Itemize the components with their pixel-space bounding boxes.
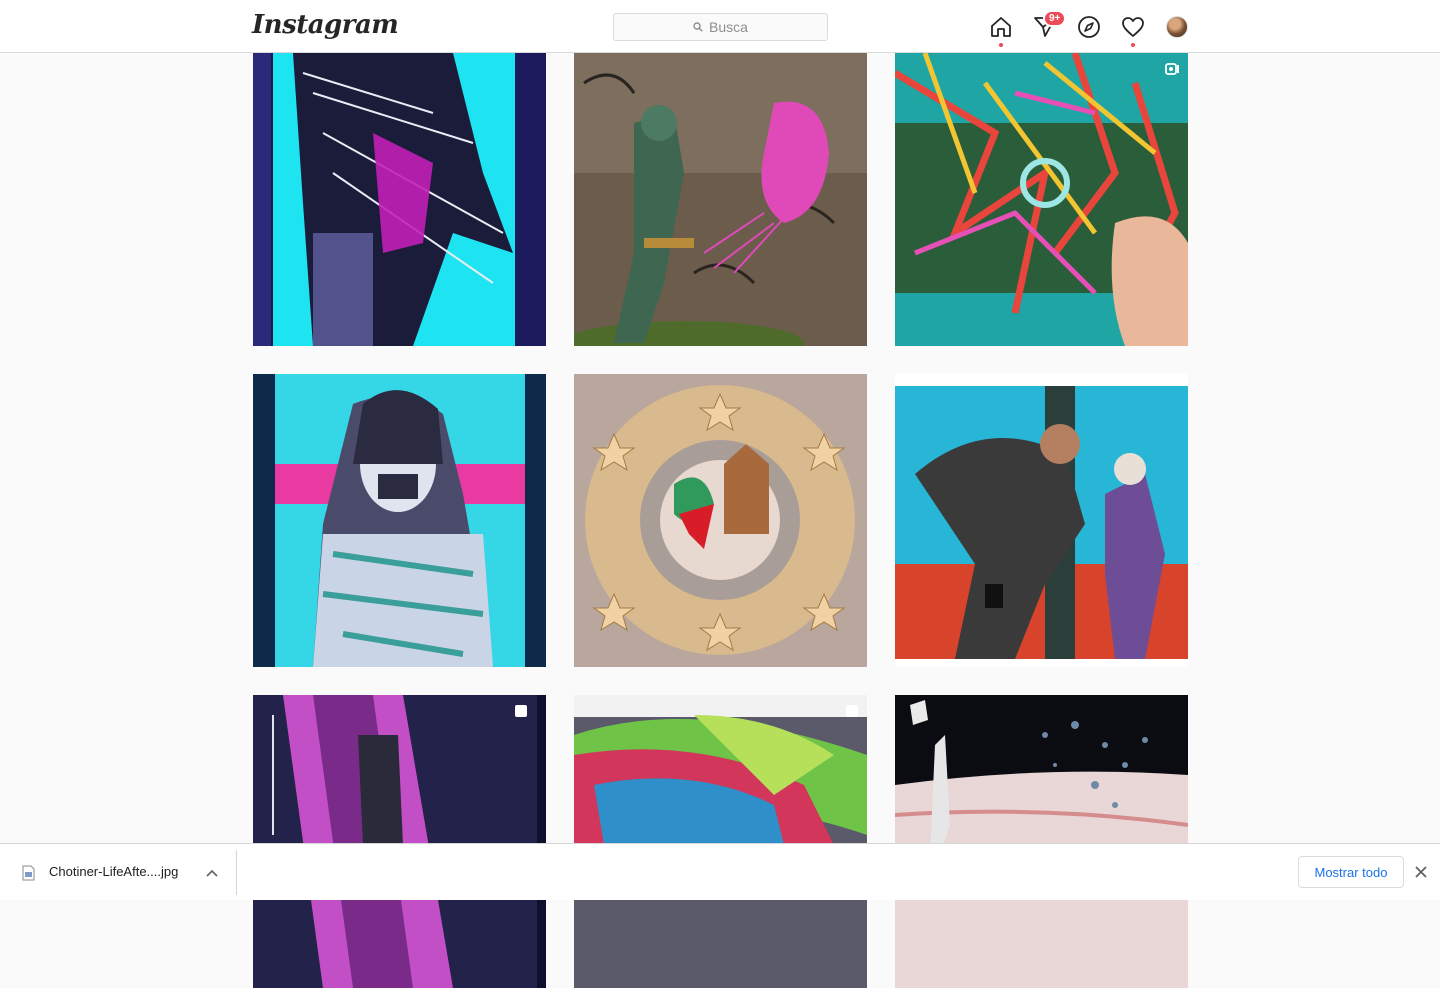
search-icon (693, 22, 703, 32)
close-icon[interactable] (1415, 866, 1427, 878)
home-icon (991, 17, 1011, 37)
search-placeholder: Busca (709, 19, 748, 35)
post-image (253, 374, 546, 667)
post-thumbnail[interactable] (253, 695, 546, 988)
search-input[interactable]: Busca (613, 13, 828, 41)
post-thumbnail[interactable] (574, 374, 867, 667)
notification-badge: 9+ (1043, 10, 1067, 27)
profile-avatar[interactable] (1166, 16, 1188, 38)
post-thumbnail[interactable] (574, 695, 867, 988)
activity-dot (1131, 43, 1135, 47)
post-image (574, 695, 867, 988)
post-image (895, 53, 1188, 346)
home-button[interactable] (988, 14, 1014, 40)
post-thumbnail[interactable] (574, 53, 867, 346)
post-image (574, 53, 867, 346)
post-thumbnail[interactable] (253, 53, 546, 346)
heart-icon (1122, 17, 1144, 37)
post-image (253, 695, 546, 988)
post-thumbnail[interactable] (895, 53, 1188, 346)
instagram-logo[interactable]: Instagram (252, 10, 399, 40)
post-thumbnail[interactable] (895, 695, 1188, 988)
image-file-icon (22, 865, 35, 881)
show-all-button[interactable]: Mostrar todo (1298, 856, 1404, 888)
post-image (574, 374, 867, 667)
post-image (895, 374, 1188, 667)
chevron-up-icon[interactable] (206, 868, 218, 878)
activity-button[interactable] (1120, 14, 1146, 40)
explore-button[interactable] (1076, 14, 1102, 40)
download-file-name[interactable]: Chotiner-LifeAfte....jpg (49, 864, 178, 879)
multi-photo-icon (846, 705, 858, 717)
video-icon (1165, 63, 1179, 75)
download-shelf: Chotiner-LifeAfte....jpg Mostrar todo (0, 843, 1440, 900)
home-activity-dot (999, 43, 1003, 47)
divider (236, 850, 237, 895)
explore-icon (1078, 16, 1100, 38)
post-image (895, 695, 1188, 988)
post-thumbnail[interactable] (253, 374, 546, 667)
post-thumbnail[interactable] (895, 374, 1188, 667)
post-image (253, 53, 546, 346)
multi-photo-icon (515, 705, 527, 717)
top-nav-bar: Instagram Busca 9+ (0, 0, 1440, 53)
